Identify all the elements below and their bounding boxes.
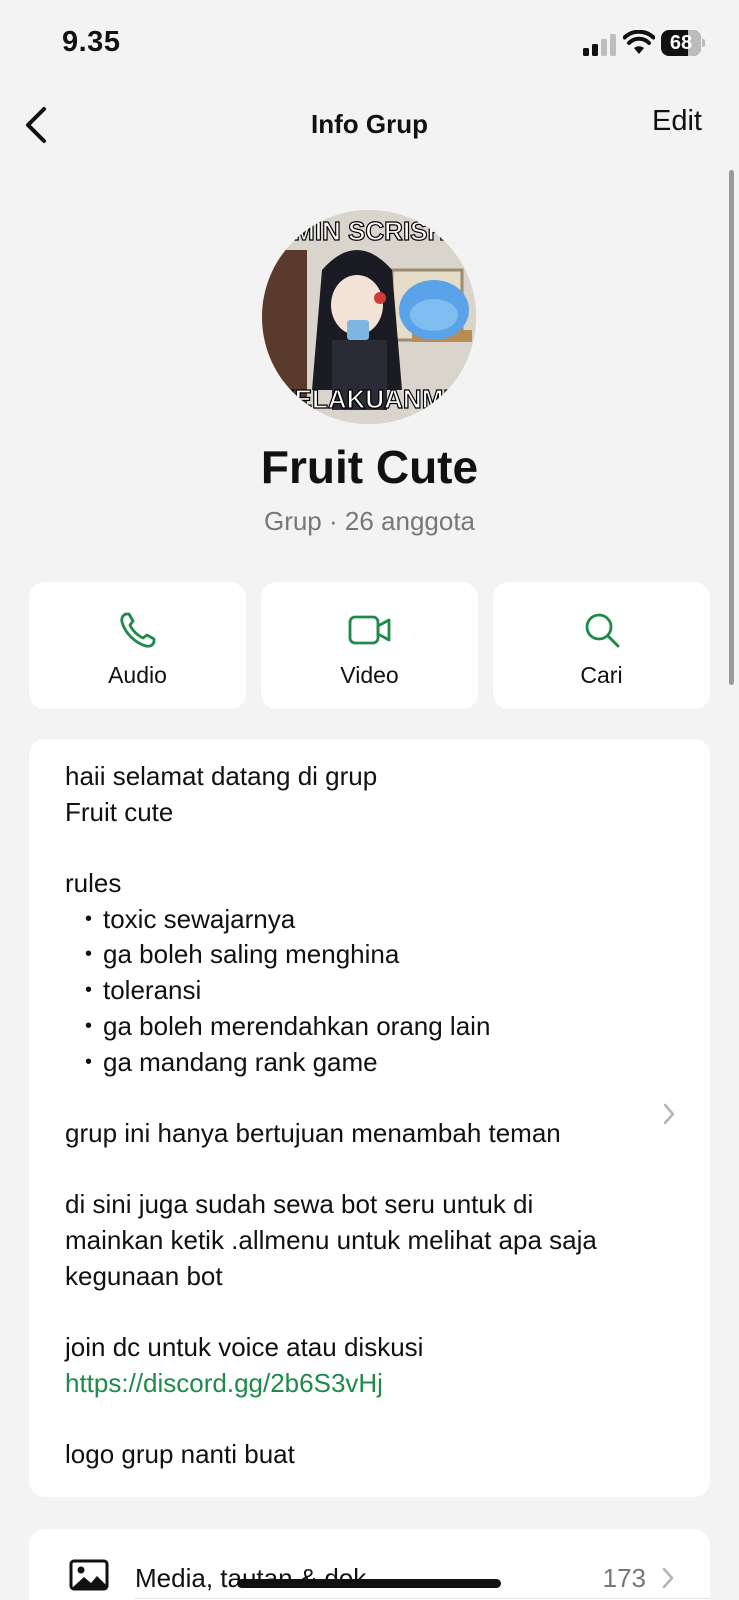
status-time: 9.35 [62, 26, 121, 58]
divider [135, 1598, 710, 1599]
group-subtitle: Grup · 26 anggota [263, 506, 476, 536]
media-count: 173 [602, 1563, 646, 1593]
discord-link[interactable]: https://discord.gg/2b6S3vHj [65, 1366, 665, 1402]
status-bar: 9.35 68 [0, 0, 739, 90]
video-camera-icon [348, 615, 390, 645]
rule-item: ga boleh saling menghina [65, 937, 665, 973]
edit-button[interactable]: Edit [652, 105, 702, 138]
rule-text: ga boleh merendahkan orang lain [103, 1010, 491, 1041]
scrollbar[interactable] [729, 170, 734, 685]
video-label: Video [340, 662, 399, 688]
rule-item: toxic sewajarnya [65, 902, 665, 938]
avatar-caption-top: ADMIN SCRISHOT [262, 216, 476, 246]
search-icon [585, 613, 619, 648]
audio-label: Audio [108, 662, 167, 688]
group-avatar[interactable]: ADMIN SCRISHOT KELAKUANMU [262, 210, 476, 424]
chevron-right-icon [663, 1103, 675, 1125]
description-line: kegunaan bot [65, 1260, 223, 1291]
group-name: Fruit Cute [260, 441, 479, 493]
media-links-docs-row[interactable]: Media, tautan & dok 173 [29, 1529, 710, 1600]
action-row: Audio Video Cari [29, 582, 710, 709]
rule-text: ga mandang rank game [103, 1046, 378, 1077]
battery-level: 68 [669, 32, 693, 54]
image-icon [69, 1559, 109, 1591]
description-line: Fruit cute [65, 796, 174, 827]
avatar-illustration: ADMIN SCRISHOT KELAKUANMU [262, 210, 476, 424]
avatar-caption-bottom: KELAKUANMU [276, 384, 462, 414]
description-line: mainkan ketik .allmenu untuk melihat apa… [65, 1224, 597, 1255]
description-line: join dc untuk voice atau diskusi [65, 1332, 424, 1362]
description-line: grup ini hanya bertujuan menambah teman [65, 1117, 561, 1148]
search-label: Cari [580, 662, 623, 688]
wifi-icon [623, 30, 655, 54]
cellular-signal-icon [583, 34, 616, 56]
group-description[interactable]: haii selamat datang di grup Fruit cute r… [29, 739, 710, 1497]
battery-icon: 68 [661, 30, 705, 56]
page-title: Info Grup [311, 109, 428, 139]
rule-text: toleransi [103, 975, 202, 1006]
audio-call-button[interactable]: Audio [29, 582, 246, 709]
description-line: logo grup nanti buat [65, 1439, 295, 1470]
rule-item: ga mandang rank game [65, 1045, 665, 1081]
description-line: di sini juga sudah sewa bot seru untuk d… [65, 1189, 534, 1220]
home-indicator[interactable] [237, 1579, 501, 1588]
rule-text: ga boleh saling menghina [103, 939, 400, 970]
description-line: rules [65, 868, 122, 899]
rule-item: ga boleh merendahkan orang lain [65, 1009, 665, 1045]
rule-text: toxic sewajarnya [103, 903, 296, 934]
nav-bar: Info Grup Edit [0, 95, 739, 155]
phone-icon [119, 612, 155, 648]
video-call-button[interactable]: Video [261, 582, 478, 709]
description-line: haii selamat datang di grup [65, 761, 378, 791]
chevron-right-icon [662, 1567, 674, 1589]
search-button[interactable]: Cari [493, 582, 710, 709]
rule-item: toleransi [65, 973, 665, 1009]
